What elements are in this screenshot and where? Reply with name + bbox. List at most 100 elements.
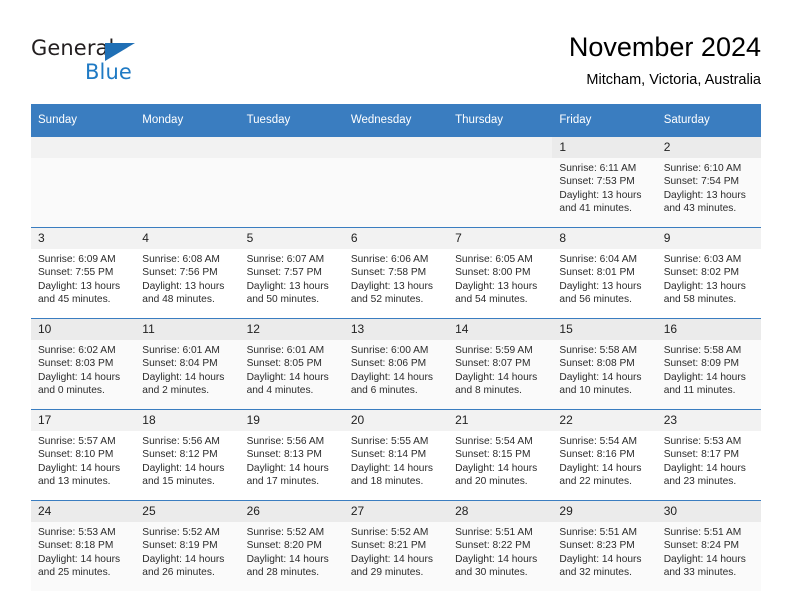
sunset-text: Sunset: 8:23 PM — [559, 540, 635, 552]
daylight-text-line1: Daylight: 13 hours — [246, 280, 329, 292]
weekday-header-thursday: Thursday — [448, 104, 553, 137]
day-details: Sunrise: 5:53 AM Sunset: 8:17 PM Daylight:… — [657, 431, 761, 489]
calendar-day-cell[interactable]: 19 Sunrise: 5:56 AM Sunset: 8:13 PM Dayligh… — [239, 409, 344, 501]
daylight-text-line1: Daylight: 14 hours — [246, 462, 329, 474]
calendar-day-cell[interactable]: 16 Sunrise: 5:58 AM Sunset: 8:09 PM Dayligh… — [656, 318, 761, 410]
calendar-day-cell[interactable]: 30 Sunrise: 5:51 AM Sunset: 8:24 PM Dayligh… — [656, 500, 761, 591]
sunset-text: Sunset: 8:10 PM — [38, 449, 114, 461]
calendar-day-cell[interactable]: 8 Sunrise: 6:04 AM Sunset: 8:01 PM Daylight… — [552, 227, 657, 319]
sunrise-text: Sunrise: 6:01 AM — [246, 345, 325, 356]
calendar-day-cell[interactable]: 14 Sunrise: 5:59 AM Sunset: 8:07 PM Dayligh… — [448, 318, 553, 410]
daylight-text-line2: and 0 minutes. — [38, 385, 105, 397]
daylight-text-line2: and 25 minutes. — [38, 567, 111, 579]
calendar-day-cell[interactable]: 15 Sunrise: 5:58 AM Sunset: 8:08 PM Dayligh… — [552, 318, 657, 410]
day-number: 10 — [31, 319, 136, 340]
sunset-text: Sunset: 8:05 PM — [246, 358, 322, 370]
daylight-text-line1: Daylight: 14 hours — [142, 371, 225, 383]
daylight-text-line2: and 10 minutes. — [559, 385, 632, 397]
calendar-day-cell[interactable]: 1 Sunrise: 6:11 AM Sunset: 7:53 PM Daylight… — [552, 136, 657, 228]
calendar-day-cell[interactable]: 10 Sunrise: 6:02 AM Sunset: 8:03 PM Dayligh… — [31, 318, 136, 410]
sunrise-text: Sunrise: 6:01 AM — [142, 345, 220, 356]
calendar-day-cell[interactable]: 18 Sunrise: 5:56 AM Sunset: 8:12 PM Dayligh… — [135, 409, 240, 501]
calendar-day-cell[interactable]: 26 Sunrise: 5:52 AM Sunset: 8:20 PM Dayligh… — [239, 500, 344, 591]
calendar-week-row: 3 Sunrise: 6:09 AM Sunset: 7:55 PM Daylight… — [31, 227, 761, 319]
logo-triangle-icon — [105, 43, 135, 61]
day-number: 23 — [656, 410, 761, 431]
calendar-day-cell[interactable]: 9 Sunrise: 6:03 AM Sunset: 8:02 PM Daylight… — [656, 227, 761, 319]
day-details: Sunrise: 5:54 AM Sunset: 8:16 PM Daylight:… — [552, 431, 656, 489]
day-details: Sunrise: 5:58 AM Sunset: 8:08 PM Daylight:… — [552, 340, 656, 398]
sunset-text: Sunset: 8:16 PM — [559, 449, 635, 461]
calendar-day-cell[interactable]: 22 Sunrise: 5:54 AM Sunset: 8:16 PM Dayligh… — [552, 409, 657, 501]
calendar-day-cell[interactable]: 17 Sunrise: 5:57 AM Sunset: 8:10 PM Dayligh… — [31, 409, 136, 501]
day-number: 14 — [448, 319, 553, 340]
page-title: November 2024 — [568, 32, 761, 62]
sunrise-text: Sunrise: 5:58 AM — [559, 345, 637, 356]
sunset-text: Sunset: 7:56 PM — [142, 267, 218, 279]
daylight-text-line2: and 23 minutes. — [663, 476, 737, 488]
calendar-day-cell[interactable]: 28 Sunrise: 5:51 AM Sunset: 8:22 PM Dayligh… — [448, 500, 553, 591]
calendar-day-cell[interactable]: 12 Sunrise: 6:01 AM Sunset: 8:05 PM Dayligh… — [239, 318, 344, 410]
calendar-day-cell[interactable]: 20 Sunrise: 5:55 AM Sunset: 8:14 PM Dayligh… — [343, 409, 449, 501]
calendar-day-cell[interactable]: 3 Sunrise: 6:09 AM Sunset: 7:55 PM Daylight… — [31, 227, 136, 319]
sunrise-text: Sunrise: 6:08 AM — [142, 254, 220, 265]
day-details: Sunrise: 5:53 AM Sunset: 8:18 PM Daylight:… — [31, 522, 135, 580]
sunset-text: Sunset: 8:03 PM — [38, 358, 114, 370]
calendar-day-cell[interactable]: 7 Sunrise: 6:05 AM Sunset: 8:00 PM Daylight… — [448, 227, 553, 319]
day-details: Sunrise: 5:59 AM Sunset: 8:07 PM Daylight:… — [448, 340, 552, 398]
calendar-page: General Blue November 2024 Mitcham, Vict… — [0, 0, 792, 612]
day-details: Sunrise: 6:03 AM Sunset: 8:02 PM Daylight:… — [657, 249, 761, 307]
sunrise-text: Sunrise: 5:59 AM — [455, 345, 533, 356]
calendar-day-cell[interactable]: 13 Sunrise: 6:00 AM Sunset: 8:06 PM Dayligh… — [343, 318, 449, 410]
daylight-text-line1: Daylight: 14 hours — [142, 553, 225, 565]
sunrise-text: Sunrise: 6:07 AM — [246, 254, 325, 265]
day-details: Sunrise: 5:51 AM Sunset: 8:23 PM Daylight:… — [552, 522, 656, 580]
calendar-day-cell[interactable]: 29 Sunrise: 5:51 AM Sunset: 8:23 PM Dayligh… — [552, 500, 657, 591]
sunset-text: Sunset: 8:18 PM — [38, 540, 114, 552]
calendar-day-cell[interactable]: 23 Sunrise: 5:53 AM Sunset: 8:17 PM Dayligh… — [656, 409, 761, 501]
daylight-text-line1: Daylight: 14 hours — [663, 553, 746, 565]
daylight-text-line2: and 30 minutes. — [455, 567, 528, 579]
calendar-day-cell[interactable]: 25 Sunrise: 5:52 AM Sunset: 8:19 PM Dayligh… — [135, 500, 240, 591]
daylight-text-line1: Daylight: 13 hours — [663, 189, 746, 201]
daylight-text-line1: Daylight: 13 hours — [559, 189, 642, 201]
day-number-placeholder — [135, 137, 240, 158]
day-number: 15 — [552, 319, 657, 340]
general-blue-logo[interactable]: General Blue — [31, 36, 161, 86]
day-details: Sunrise: 5:58 AM Sunset: 8:09 PM Daylight:… — [657, 340, 761, 398]
daylight-text-line2: and 11 minutes. — [663, 385, 736, 397]
calendar-body: 1 Sunrise: 6:11 AM Sunset: 7:53 PM Daylight… — [31, 136, 761, 591]
day-details: Sunrise: 6:01 AM Sunset: 8:05 PM Daylight:… — [240, 340, 344, 398]
page-header: General Blue November 2024 Mitcham, Vict… — [0, 0, 792, 104]
calendar-day-cell[interactable]: 21 Sunrise: 5:54 AM Sunset: 8:15 PM Dayligh… — [448, 409, 553, 501]
sunrise-text: Sunrise: 6:00 AM — [350, 345, 429, 356]
day-number: 1 — [552, 137, 657, 158]
calendar-day-cell[interactable]: 24 Sunrise: 5:53 AM Sunset: 8:18 PM Dayligh… — [31, 500, 136, 591]
daylight-text-line1: Daylight: 14 hours — [38, 371, 121, 383]
daylight-text-line1: Daylight: 14 hours — [455, 371, 538, 383]
calendar-day-cell[interactable]: 4 Sunrise: 6:08 AM Sunset: 7:56 PM Daylight… — [135, 227, 240, 319]
calendar-day-cell[interactable]: 6 Sunrise: 6:06 AM Sunset: 7:58 PM Daylight… — [343, 227, 449, 319]
calendar-day-cell[interactable]: 5 Sunrise: 6:07 AM Sunset: 7:57 PM Daylight… — [239, 227, 344, 319]
day-details: Sunrise: 6:10 AM Sunset: 7:54 PM Daylight:… — [657, 158, 761, 216]
sunset-text: Sunset: 7:58 PM — [350, 267, 427, 279]
sunrise-text: Sunrise: 6:02 AM — [38, 345, 116, 356]
calendar-day-cell[interactable]: 27 Sunrise: 5:52 AM Sunset: 8:21 PM Dayligh… — [343, 500, 449, 591]
daylight-text-line2: and 58 minutes. — [663, 294, 737, 306]
sunset-text: Sunset: 8:08 PM — [559, 358, 635, 370]
day-details: Sunrise: 6:00 AM Sunset: 8:06 PM Daylight:… — [344, 340, 448, 398]
daylight-text-line1: Daylight: 14 hours — [455, 553, 538, 565]
daylight-text-line2: and 4 minutes. — [246, 385, 314, 397]
day-details: Sunrise: 6:04 AM Sunset: 8:01 PM Daylight:… — [552, 249, 656, 307]
sunset-text: Sunset: 8:21 PM — [350, 540, 427, 552]
day-number-placeholder — [343, 137, 449, 158]
daylight-text-line1: Daylight: 14 hours — [246, 371, 329, 383]
calendar-day-cell[interactable]: 2 Sunrise: 6:10 AM Sunset: 7:54 PM Daylight… — [656, 136, 761, 228]
sunset-text: Sunset: 8:04 PM — [142, 358, 218, 370]
sunset-text: Sunset: 7:55 PM — [38, 267, 114, 279]
calendar-day-cell[interactable]: 11 Sunrise: 6:01 AM Sunset: 8:04 PM Dayligh… — [135, 318, 240, 410]
daylight-text-line2: and 15 minutes. — [142, 476, 215, 488]
day-number: 20 — [343, 410, 449, 431]
calendar-cell-empty — [448, 136, 553, 228]
title-block: November 2024 Mitcham, Victoria, Austral… — [569, 30, 761, 91]
